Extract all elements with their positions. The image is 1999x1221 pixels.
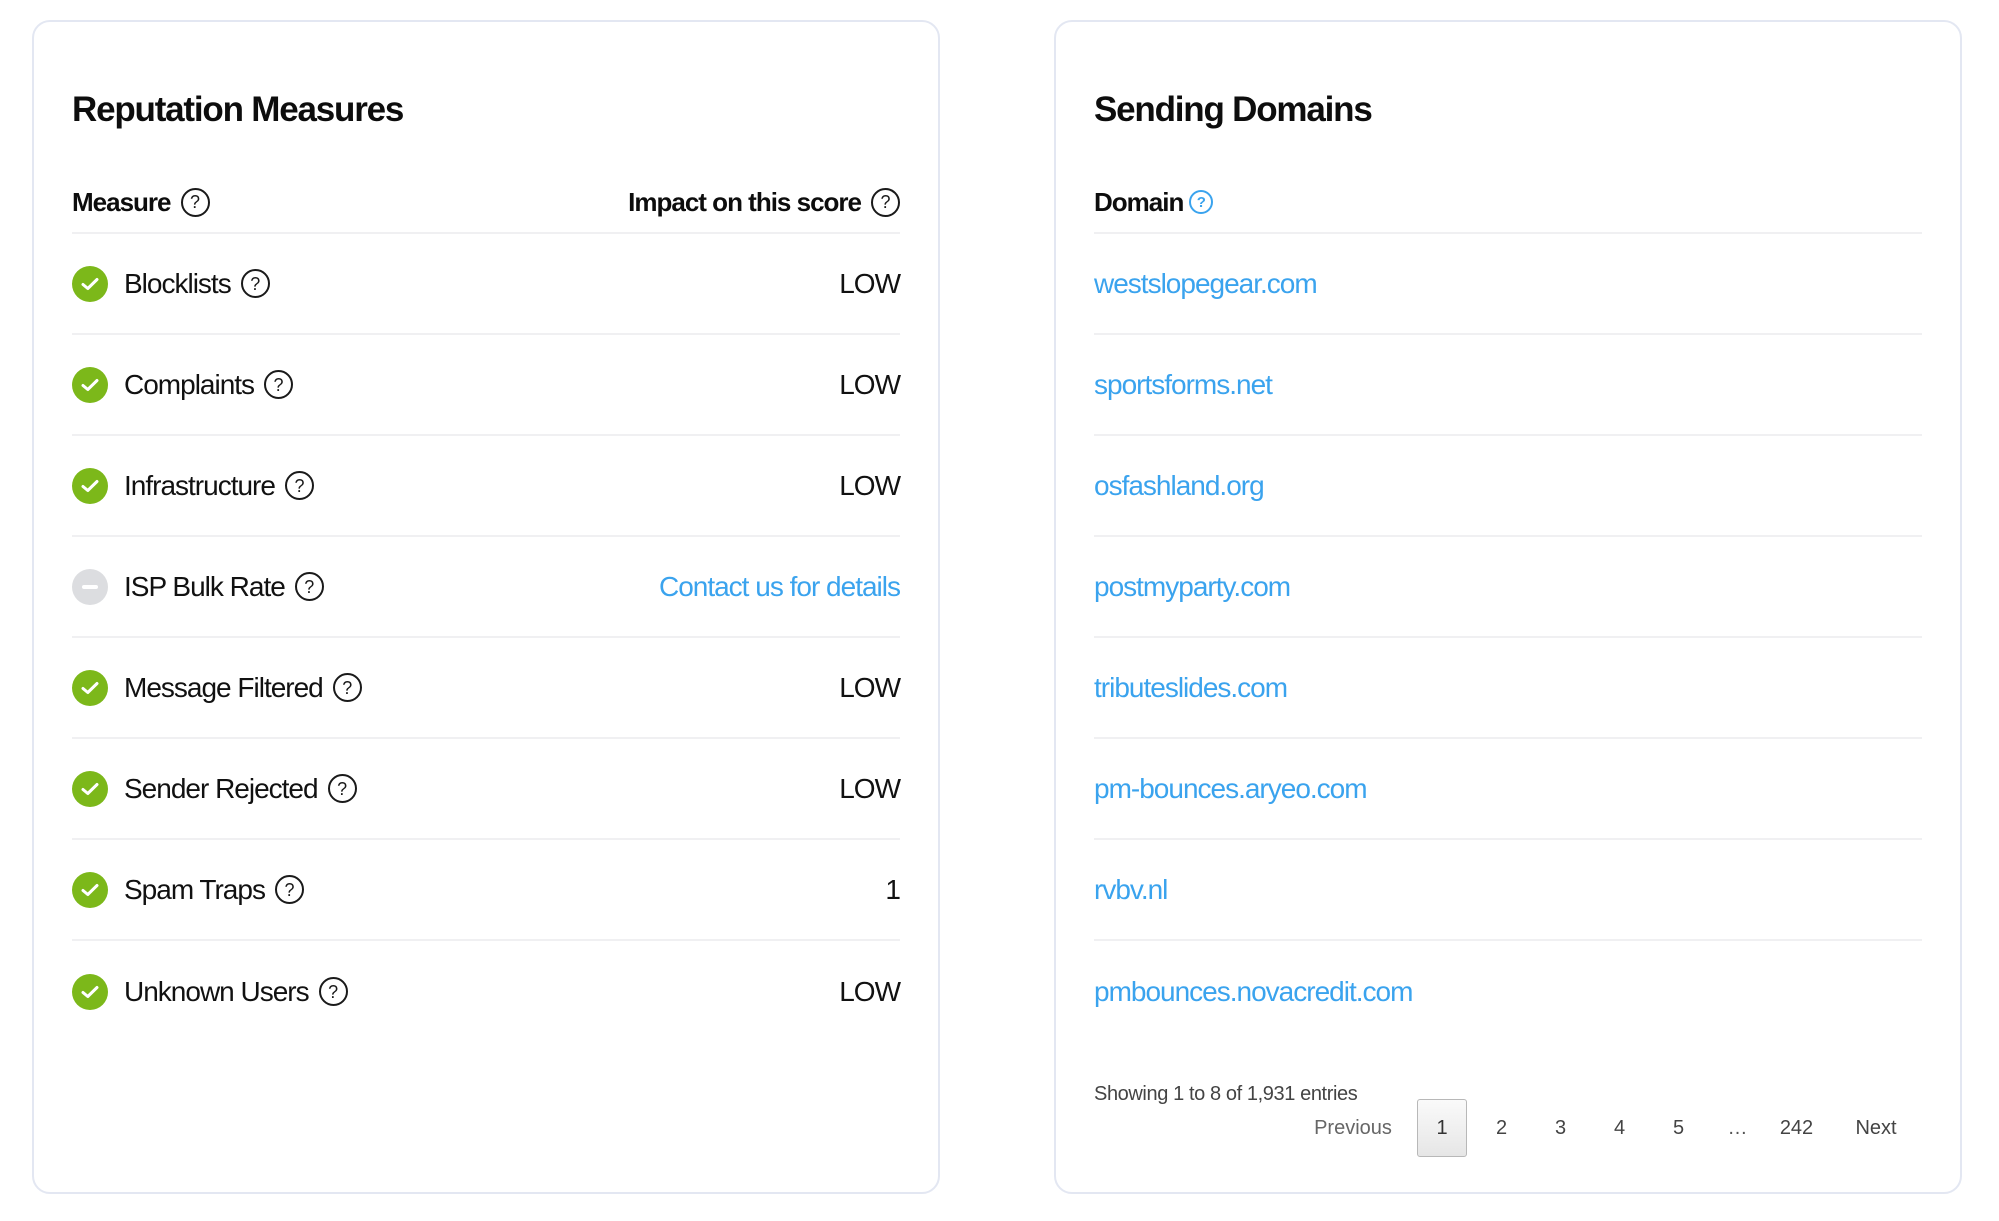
measure-cell: Message Filtered?	[72, 669, 362, 706]
domain-link[interactable]: postmyparty.com	[1094, 571, 1291, 603]
table-row: rvbv.nl	[1094, 840, 1922, 941]
domain-rows: westslopegear.com sportsforms.net osfashla…	[1094, 234, 1922, 1042]
sending-domains-title: Sending Domains	[1094, 90, 1373, 129]
impact-value: LOW	[839, 368, 901, 400]
impact-value: LOW	[839, 975, 901, 1007]
table-row: tributeslides.com	[1094, 638, 1922, 739]
table-row: Infrastructure? LOW	[72, 436, 901, 537]
reputation-measures-title: Reputation Measures	[72, 90, 404, 129]
page-list: 1 2 3 4 5 … 242	[1417, 1099, 1826, 1157]
domain-link[interactable]: westslopegear.com	[1094, 268, 1318, 300]
next-page-button[interactable]: Next	[1836, 1099, 1916, 1157]
measure-label: Blocklists	[124, 267, 232, 299]
impact-value: LOW	[839, 469, 901, 501]
domain-link[interactable]: osfashland.org	[1094, 470, 1265, 502]
impact-column-header: Impact on this score ?	[628, 187, 900, 218]
sending-domains-card: Sending Domains Domain ? westslopegear.c…	[1054, 20, 1962, 1194]
page-button[interactable]: 242	[1767, 1099, 1826, 1157]
page-button[interactable]: 3	[1531, 1099, 1590, 1157]
measure-label: Message Filtered	[124, 671, 324, 703]
domain-column-header: Domain ?	[1094, 186, 1214, 218]
check-circle-icon	[72, 265, 108, 302]
check-circle-icon	[72, 366, 108, 403]
measure-cell: Infrastructure?	[72, 467, 314, 504]
table-row: Blocklists? LOW	[72, 234, 901, 335]
page-button[interactable]: 5	[1649, 1099, 1708, 1157]
table-row: Spam Traps? 1	[72, 840, 901, 941]
pagination-ellipsis: …	[1727, 1116, 1748, 1139]
current-page-button[interactable]: 1	[1417, 1099, 1467, 1157]
table-row: Sender Rejected? LOW	[72, 739, 901, 840]
measure-label: Unknown Users	[124, 975, 310, 1007]
table-row: postmyparty.com	[1094, 537, 1922, 638]
measure-cell: Spam Traps?	[72, 871, 304, 908]
table-row: osfashland.org	[1094, 436, 1922, 537]
measure-column-header: Measure ?	[72, 187, 210, 218]
table-row: Complaints? LOW	[72, 335, 901, 436]
measure-cell: ISP Bulk Rate?	[72, 568, 324, 605]
check-circle-icon	[72, 973, 108, 1010]
page-button[interactable]: 2	[1472, 1099, 1531, 1157]
question-circle-icon[interactable]: ?	[284, 471, 314, 500]
sending-domains-table: Domain ? westslopegear.com sportsforms.ne…	[1094, 172, 1922, 1042]
measure-label: Infrastructure	[124, 469, 276, 501]
question-circle-icon[interactable]: ?	[327, 774, 357, 803]
measure-label: Spam Traps	[124, 873, 266, 905]
domain-link[interactable]: rvbv.nl	[1094, 874, 1168, 906]
check-circle-icon	[72, 467, 108, 504]
measure-label: Complaints	[124, 368, 255, 400]
measure-cell: Blocklists?	[72, 265, 270, 302]
table-row: pm-bounces.aryeo.com	[1094, 739, 1922, 840]
table-header: Measure ? Impact on this score ?	[72, 172, 900, 234]
check-circle-icon	[72, 770, 108, 807]
previous-page-button[interactable]: Previous	[1313, 1099, 1393, 1157]
table-row: pmbounces.novacredit.com	[1094, 941, 1922, 1042]
page-button[interactable]: 4	[1590, 1099, 1649, 1157]
question-circle-icon[interactable]: ?	[332, 673, 362, 702]
table-row: sportsforms.net	[1094, 335, 1922, 436]
impact-value: LOW	[839, 267, 901, 299]
table-row: Unknown Users? LOW	[72, 941, 901, 1042]
table-row: Message Filtered? LOW	[72, 638, 901, 739]
table-header: Domain ?	[1094, 172, 1922, 234]
minus-circle-icon	[72, 568, 108, 605]
measure-cell: Unknown Users?	[72, 973, 348, 1010]
measure-header-label: Measure	[72, 186, 171, 217]
impact-header-label: Impact on this score	[628, 186, 862, 217]
impact-value: LOW	[839, 772, 901, 804]
domain-link[interactable]: pm-bounces.aryeo.com	[1094, 773, 1368, 805]
domain-header-label: Domain	[1094, 186, 1184, 217]
check-circle-icon	[72, 871, 108, 908]
contact-us-link[interactable]: Contact us for details	[659, 571, 901, 603]
pagination: Previous 1 2 3 4 5 … 242 Next	[1313, 1099, 1916, 1157]
impact-value: LOW	[839, 671, 901, 703]
reputation-measures-card: Reputation Measures Measure ? Impact on …	[32, 20, 940, 1194]
measure-label: Sender Rejected	[124, 772, 319, 804]
measure-cell: Complaints?	[72, 366, 294, 403]
question-circle-icon[interactable]: ?	[240, 269, 270, 298]
question-circle-icon[interactable]: ?	[318, 977, 348, 1006]
domain-link[interactable]: tributeslides.com	[1094, 672, 1288, 704]
domain-link[interactable]: pmbounces.novacredit.com	[1094, 976, 1413, 1008]
measure-cell: Sender Rejected?	[72, 770, 357, 807]
domain-link[interactable]: sportsforms.net	[1094, 369, 1273, 401]
check-circle-icon	[72, 669, 108, 706]
impact-value: 1	[885, 873, 901, 905]
question-circle-icon[interactable]: ?	[180, 187, 210, 217]
table-row: ISP Bulk Rate? Contact us for details	[72, 537, 901, 638]
question-circle-icon[interactable]: ?	[294, 572, 324, 601]
measure-label: ISP Bulk Rate	[124, 570, 286, 602]
table-row: westslopegear.com	[1094, 234, 1922, 335]
reputation-rows: Blocklists? LOW Complaints? LOW Infrastructu…	[72, 234, 901, 1042]
question-circle-icon[interactable]: ?	[871, 187, 900, 217]
question-circle-icon[interactable]: ?	[264, 370, 294, 399]
question-circle-icon[interactable]: ?	[274, 875, 304, 904]
question-circle-icon[interactable]: ?	[1189, 190, 1214, 214]
reputation-measures-table: Measure ? Impact on this score ? Blockli…	[72, 172, 901, 1042]
